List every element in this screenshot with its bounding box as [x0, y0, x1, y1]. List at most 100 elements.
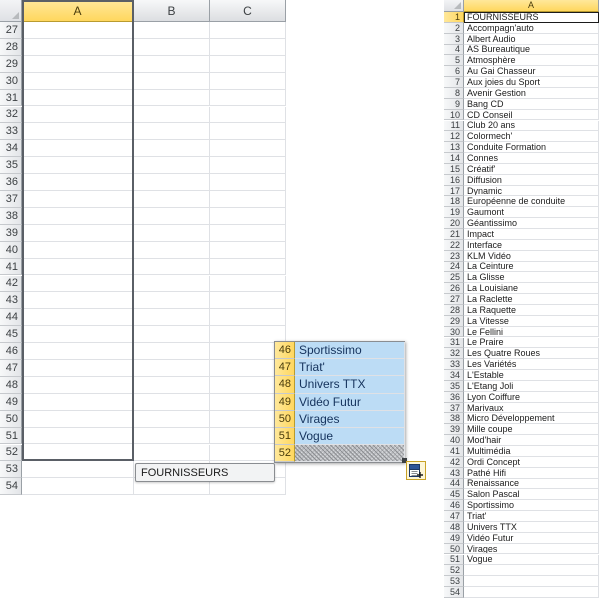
- right-cell-A18[interactable]: Européenne de conduite: [464, 196, 599, 208]
- cell-C35[interactable]: [210, 157, 286, 175]
- right-cell-A53[interactable]: [464, 576, 599, 588]
- cell-B35[interactable]: [134, 157, 210, 175]
- right-row-header-11[interactable]: 11: [444, 120, 464, 132]
- right-row-header-41[interactable]: 41: [444, 446, 464, 457]
- right-cell-A50[interactable]: Virages: [464, 543, 599, 555]
- select-all-corner[interactable]: [0, 0, 22, 22]
- cell-A42[interactable]: [22, 275, 134, 293]
- cell-A32[interactable]: [22, 106, 134, 124]
- row-header-50[interactable]: 50: [0, 410, 22, 428]
- right-cell-A35[interactable]: L'Etang Joli: [464, 380, 599, 392]
- cell-C40[interactable]: [210, 241, 286, 259]
- cell-B34[interactable]: [134, 140, 210, 158]
- right-cell-A11[interactable]: Club 20 ans: [464, 120, 599, 132]
- cell-A27[interactable]: [22, 22, 134, 39]
- cell-A52[interactable]: [22, 444, 134, 462]
- cell-C42[interactable]: [210, 275, 286, 293]
- cell-B48[interactable]: [134, 376, 210, 394]
- cell-A37[interactable]: [22, 191, 134, 208]
- cell-A38[interactable]: [22, 207, 134, 225]
- right-row-header-8[interactable]: 8: [444, 88, 464, 99]
- right-cell-A2[interactable]: Accompagn'auto: [464, 22, 599, 34]
- overlay-row-header-46[interactable]: 46: [275, 342, 295, 360]
- cell-B32[interactable]: [134, 106, 210, 124]
- column-header-a[interactable]: A: [22, 0, 134, 22]
- cell-B39[interactable]: [134, 224, 210, 242]
- right-row-header-33[interactable]: 33: [444, 359, 464, 371]
- row-header-42[interactable]: 42: [0, 275, 22, 293]
- cell-C41[interactable]: [210, 258, 286, 276]
- cell-C37[interactable]: [210, 191, 286, 208]
- right-cell-A3[interactable]: Albert Audio: [464, 33, 599, 45]
- right-cell-A6[interactable]: Au Gai Chasseur: [464, 66, 599, 78]
- paste-options-button[interactable]: [406, 461, 426, 480]
- row-header-53[interactable]: 53: [0, 461, 22, 479]
- right-cell-A41[interactable]: Multimédia: [464, 446, 599, 457]
- right-cell-A52[interactable]: [464, 565, 599, 577]
- right-cell-A37[interactable]: Marivaux: [464, 402, 599, 414]
- right-row-header-52[interactable]: 52: [444, 565, 464, 577]
- right-cell-A27[interactable]: La Raclette: [464, 294, 599, 305]
- right-row-header-18[interactable]: 18: [444, 196, 464, 208]
- right-cell-A28[interactable]: La Raquette: [464, 304, 599, 316]
- right-row-header-30[interactable]: 30: [444, 327, 464, 338]
- cell-B29[interactable]: [134, 55, 210, 73]
- right-row-header-39[interactable]: 39: [444, 424, 464, 436]
- right-row-header-5[interactable]: 5: [444, 55, 464, 67]
- right-cell-A40[interactable]: Mod'hair: [464, 435, 599, 446]
- cell-B33[interactable]: [134, 123, 210, 141]
- overlay-cell-50[interactable]: Virages: [295, 410, 405, 428]
- row-header-35[interactable]: 35: [0, 157, 22, 175]
- cell-A43[interactable]: [22, 292, 134, 310]
- cell-C32[interactable]: [210, 106, 286, 124]
- cell-A34[interactable]: [22, 140, 134, 158]
- right-row-header-20[interactable]: 20: [444, 218, 464, 229]
- cell-A47[interactable]: [22, 360, 134, 377]
- column-header-b[interactable]: B: [134, 0, 210, 22]
- right-cell-A43[interactable]: Pathé Hifi: [464, 467, 599, 479]
- row-header-51[interactable]: 51: [0, 427, 22, 445]
- row-header-30[interactable]: 30: [0, 72, 22, 90]
- cell-C33[interactable]: [210, 123, 286, 141]
- cell-B43[interactable]: [134, 292, 210, 310]
- overlay-cell-51[interactable]: Vogue: [295, 428, 405, 446]
- right-cell-A13[interactable]: Conduite Formation: [464, 142, 599, 154]
- right-cell-A16[interactable]: Diffusion: [464, 174, 599, 186]
- right-cell-A20[interactable]: Géantissimo: [464, 218, 599, 229]
- cell-C39[interactable]: [210, 224, 286, 242]
- right-cell-A23[interactable]: KLM Vidéo: [464, 250, 599, 262]
- cell-C31[interactable]: [210, 89, 286, 107]
- overlay-row-header-47[interactable]: 47: [275, 359, 295, 377]
- right-row-header-46[interactable]: 46: [444, 500, 464, 512]
- row-header-48[interactable]: 48: [0, 376, 22, 394]
- row-header-45[interactable]: 45: [0, 326, 22, 344]
- cell-B27[interactable]: [134, 22, 210, 39]
- right-cell-A22[interactable]: Interface: [464, 239, 599, 251]
- right-cell-A25[interactable]: La Glisse: [464, 272, 599, 284]
- select-all-corner-right[interactable]: [444, 0, 464, 12]
- row-header-49[interactable]: 49: [0, 393, 22, 411]
- right-row-header-32[interactable]: 32: [444, 348, 464, 360]
- right-cell-A5[interactable]: Atmosphère: [464, 55, 599, 67]
- right-cell-A8[interactable]: Avenir Gestion: [464, 87, 599, 99]
- cell-A48[interactable]: [22, 376, 134, 394]
- row-header-29[interactable]: 29: [0, 55, 22, 73]
- right-row-header-54[interactable]: 54: [444, 587, 464, 598]
- cell-A31[interactable]: [22, 89, 134, 107]
- cell-A45[interactable]: [22, 326, 134, 344]
- right-cell-A47[interactable]: Triat': [464, 511, 599, 522]
- cell-C27[interactable]: [210, 22, 286, 39]
- cell-A50[interactable]: [22, 410, 134, 428]
- overlay-cell-48[interactable]: Univers TTX: [295, 376, 405, 394]
- right-cell-A48[interactable]: Univers TTX: [464, 521, 599, 533]
- cell-A35[interactable]: [22, 157, 134, 175]
- row-header-37[interactable]: 37: [0, 191, 22, 208]
- right-row-header-12[interactable]: 12: [444, 131, 464, 143]
- right-row-header-7[interactable]: 7: [444, 77, 464, 88]
- row-header-54[interactable]: 54: [0, 478, 22, 496]
- right-row-header-29[interactable]: 29: [444, 316, 464, 327]
- overlay-row-header-49[interactable]: 49: [275, 393, 295, 411]
- right-row-header-16[interactable]: 16: [444, 175, 464, 186]
- overlay-row-header-52[interactable]: 52: [275, 445, 295, 463]
- right-cell-A31[interactable]: Le Praire: [464, 337, 599, 349]
